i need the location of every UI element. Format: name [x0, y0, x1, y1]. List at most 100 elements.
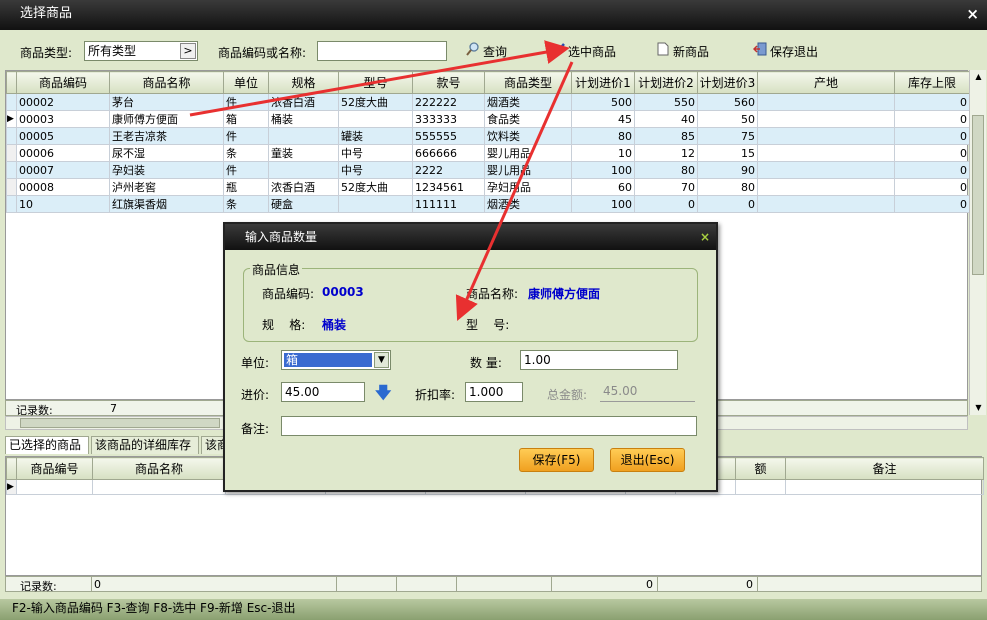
table-cell[interactable]: 食品类: [484, 110, 572, 128]
vertical-scrollbar[interactable]: ▲ ▼: [969, 70, 986, 415]
table-cell[interactable]: 0: [894, 144, 970, 162]
table-cell[interactable]: 80: [634, 161, 698, 179]
table-cell[interactable]: 泸州老窖: [109, 178, 224, 196]
query-button[interactable]: 查询: [465, 42, 507, 62]
table-row[interactable]: 00008 泸州老窖瓶浓香白酒 52度大曲 1234561 孕妇用品 60 70 80 0: [6, 178, 970, 196]
table-cell[interactable]: 100: [571, 161, 635, 179]
exit-button[interactable]: 退出(Esc): [610, 448, 685, 472]
table-cell[interactable]: 10: [571, 144, 635, 162]
table-cell[interactable]: 12: [634, 144, 698, 162]
table-cell[interactable]: 2222: [412, 161, 485, 179]
table-cell[interactable]: 10: [16, 195, 110, 213]
note-input[interactable]: [281, 416, 697, 436]
tab-selected-products[interactable]: 已选择的商品: [5, 436, 89, 454]
col-header[interactable]: 商品编号: [16, 457, 93, 480]
col-header[interactable]: 计划进价1: [571, 71, 635, 94]
table-cell[interactable]: 桶装: [268, 110, 339, 128]
chevron-down-icon[interactable]: ▼: [374, 352, 389, 368]
col-header[interactable]: 计划进价2: [634, 71, 698, 94]
table-cell[interactable]: 件: [223, 127, 269, 145]
table-cell[interactable]: 童装: [268, 144, 339, 162]
table-cell[interactable]: 条: [223, 195, 269, 213]
table-cell[interactable]: 75: [697, 127, 758, 145]
table-cell[interactable]: 00008: [16, 178, 110, 196]
scroll-up-icon[interactable]: ▲: [970, 70, 987, 84]
table-cell[interactable]: 80: [571, 127, 635, 145]
table-cell[interactable]: 00006: [16, 144, 110, 162]
table-cell[interactable]: [268, 161, 339, 179]
table-cell[interactable]: 王老吉凉茶: [109, 127, 224, 145]
unit-select[interactable]: 箱 ▼: [281, 350, 391, 370]
table-cell[interactable]: [757, 195, 895, 213]
table-cell[interactable]: 555555: [412, 127, 485, 145]
search-input[interactable]: [317, 41, 447, 61]
table-cell[interactable]: 52度大曲: [338, 178, 413, 196]
table-cell[interactable]: 箱: [223, 110, 269, 128]
table-cell[interactable]: 333333: [412, 110, 485, 128]
table-cell[interactable]: 0: [894, 93, 970, 111]
arrow-down-icon[interactable]: 🡇: [375, 382, 391, 409]
select-product-button[interactable]: 选中商品: [550, 42, 616, 62]
table-row[interactable]: ▶ 00003 康师傅方便面箱桶装 333333 食品类 45 40 50 0: [6, 110, 970, 128]
table-row[interactable]: 00007 孕妇装件 中号 2222 婴儿用品 100 80 90 0: [6, 161, 970, 179]
table-cell[interactable]: 0: [894, 178, 970, 196]
table-cell[interactable]: [757, 161, 895, 179]
col-header[interactable]: 型号: [338, 71, 413, 94]
table-cell[interactable]: [757, 127, 895, 145]
table-cell[interactable]: [338, 110, 413, 128]
table-cell[interactable]: 婴儿用品: [484, 144, 572, 162]
tab-product-stock[interactable]: 该商品的详细库存: [91, 436, 199, 454]
table-cell[interactable]: 500: [571, 93, 635, 111]
table-cell[interactable]: 00007: [16, 161, 110, 179]
table-row[interactable]: 00006 尿不湿条童装 中号 666666 婴儿用品 10 12 15 0: [6, 144, 970, 162]
table-cell[interactable]: 康师傅方便面: [109, 110, 224, 128]
col-header[interactable]: 产地: [757, 71, 895, 94]
table-cell[interactable]: 00003: [16, 110, 110, 128]
qty-input[interactable]: 1.00: [520, 350, 678, 370]
table-cell[interactable]: 40: [634, 110, 698, 128]
table-cell[interactable]: [338, 195, 413, 213]
col-header[interactable]: 规格: [268, 71, 339, 94]
col-header[interactable]: 计划进价3: [697, 71, 758, 94]
close-icon[interactable]: ×: [966, 0, 979, 28]
col-header[interactable]: 库存上限: [894, 71, 970, 94]
table-cell[interactable]: 15: [697, 144, 758, 162]
table-cell[interactable]: [757, 144, 895, 162]
table-cell[interactable]: 560: [697, 93, 758, 111]
table-cell[interactable]: 罐装: [338, 127, 413, 145]
table-cell[interactable]: 孕妇装: [109, 161, 224, 179]
table-cell[interactable]: 孕妇用品: [484, 178, 572, 196]
save-button[interactable]: 保存(F5): [519, 448, 594, 472]
table-cell[interactable]: 硬盒: [268, 195, 339, 213]
scroll-thumb[interactable]: [972, 115, 984, 275]
table-cell[interactable]: 0: [894, 195, 970, 213]
col-header[interactable]: 额: [735, 457, 786, 480]
table-cell[interactable]: 100: [571, 195, 635, 213]
col-header[interactable]: 款号: [412, 71, 485, 94]
table-cell[interactable]: 0: [634, 195, 698, 213]
table-cell[interactable]: 中号: [338, 144, 413, 162]
col-header[interactable]: 单位: [223, 71, 269, 94]
col-header[interactable]: 备注: [785, 457, 984, 480]
table-cell[interactable]: 85: [634, 127, 698, 145]
table-row[interactable]: 00002 茅台件浓香白酒 52度大曲 222222 烟酒类 500 550 560 0: [6, 93, 970, 111]
table-cell[interactable]: [757, 93, 895, 111]
table-cell[interactable]: 111111: [412, 195, 485, 213]
table-cell[interactable]: 52度大曲: [338, 93, 413, 111]
table-cell[interactable]: 0: [697, 195, 758, 213]
table-cell[interactable]: 0: [894, 110, 970, 128]
hscroll-thumb[interactable]: [20, 418, 220, 428]
table-cell[interactable]: 烟酒类: [484, 195, 572, 213]
table-cell[interactable]: 浓香白酒: [268, 178, 339, 196]
table-cell[interactable]: 烟酒类: [484, 93, 572, 111]
table-cell[interactable]: 50: [697, 110, 758, 128]
table-cell[interactable]: 0: [894, 161, 970, 179]
chevron-right-icon[interactable]: >: [180, 43, 196, 59]
table-cell[interactable]: 尿不湿: [109, 144, 224, 162]
table-cell[interactable]: 45: [571, 110, 635, 128]
table-cell[interactable]: 饮料类: [484, 127, 572, 145]
table-cell[interactable]: 0: [894, 127, 970, 145]
table-cell[interactable]: [757, 178, 895, 196]
col-header[interactable]: 商品编码: [16, 71, 110, 94]
scroll-down-icon[interactable]: ▼: [970, 401, 987, 415]
